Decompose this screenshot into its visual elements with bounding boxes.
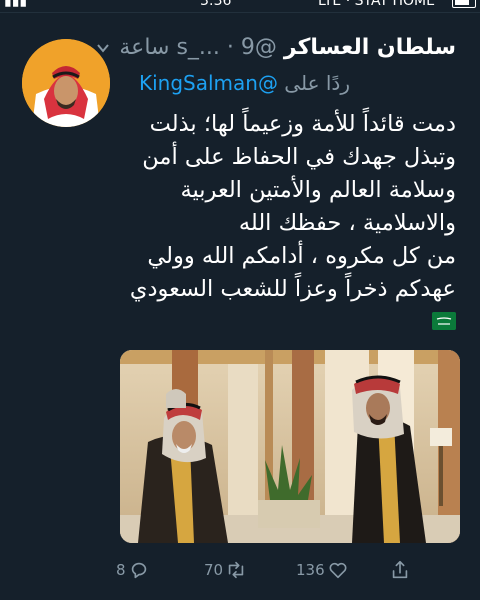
- reply-label: ردًا على: [284, 71, 350, 95]
- retweet-icon: [228, 561, 244, 579]
- tweet-text-line: والاسلامية ، حفظك الله: [238, 210, 456, 236]
- tweet-text-line: وسلامة العالم والأمتين العربية: [180, 177, 456, 203]
- like-button[interactable]: 136: [296, 556, 349, 584]
- tweet-text: دمت قائداً للأمة وزعيماً لها؛ بذلت وتبذل…: [111, 108, 456, 318]
- reply-icon: [131, 562, 146, 579]
- signal-strength: ▮▮▮: [4, 0, 28, 9]
- reply-count: 8: [116, 561, 126, 579]
- saudi-flag-icon: [432, 312, 456, 330]
- status-time: 3:36: [200, 0, 232, 9]
- tweet-header: سلطان العساكر @s_... · 9 ساعة: [96, 32, 456, 64]
- display-name[interactable]: سلطان العساكر: [284, 35, 456, 60]
- reply-to-handle[interactable]: @KingSalman: [139, 71, 278, 95]
- divider: [0, 12, 480, 13]
- battery-icon: [452, 0, 476, 8]
- like-count: 136: [296, 561, 325, 579]
- tweet-text-line: عهدكم ذخراً وعزاً للشعب السعودي: [129, 276, 456, 302]
- separator-dot: ·: [226, 35, 234, 60]
- status-bar: ▮▮▮ 3:36 LTE · STAY HOME: [0, 0, 480, 12]
- tweet-text-line: من كل مكروه ، أدامكم الله وولي: [147, 243, 456, 269]
- reply-button[interactable]: 8: [116, 556, 150, 584]
- retweet-button[interactable]: 70: [204, 556, 247, 584]
- share-button[interactable]: [389, 556, 411, 584]
- retweet-count: 70: [204, 561, 224, 579]
- tweet-text-line: وتبذل جهدك في الحفاظ على أمن: [142, 144, 456, 170]
- tweet-text-line: دمت قائداً للأمة وزعيماً لها؛ بذلت: [149, 111, 456, 137]
- share-icon: [392, 560, 408, 579]
- heart-icon: [329, 562, 347, 579]
- tweet-actions: 8 70 136: [116, 556, 466, 586]
- photo-image: [120, 350, 460, 543]
- chevron-down-icon[interactable]: [96, 41, 110, 55]
- replying-to: ردًا على @KingSalman: [50, 68, 350, 98]
- carrier-label: LTE · STAY HOME: [318, 0, 435, 9]
- tweet-photo[interactable]: [120, 350, 460, 543]
